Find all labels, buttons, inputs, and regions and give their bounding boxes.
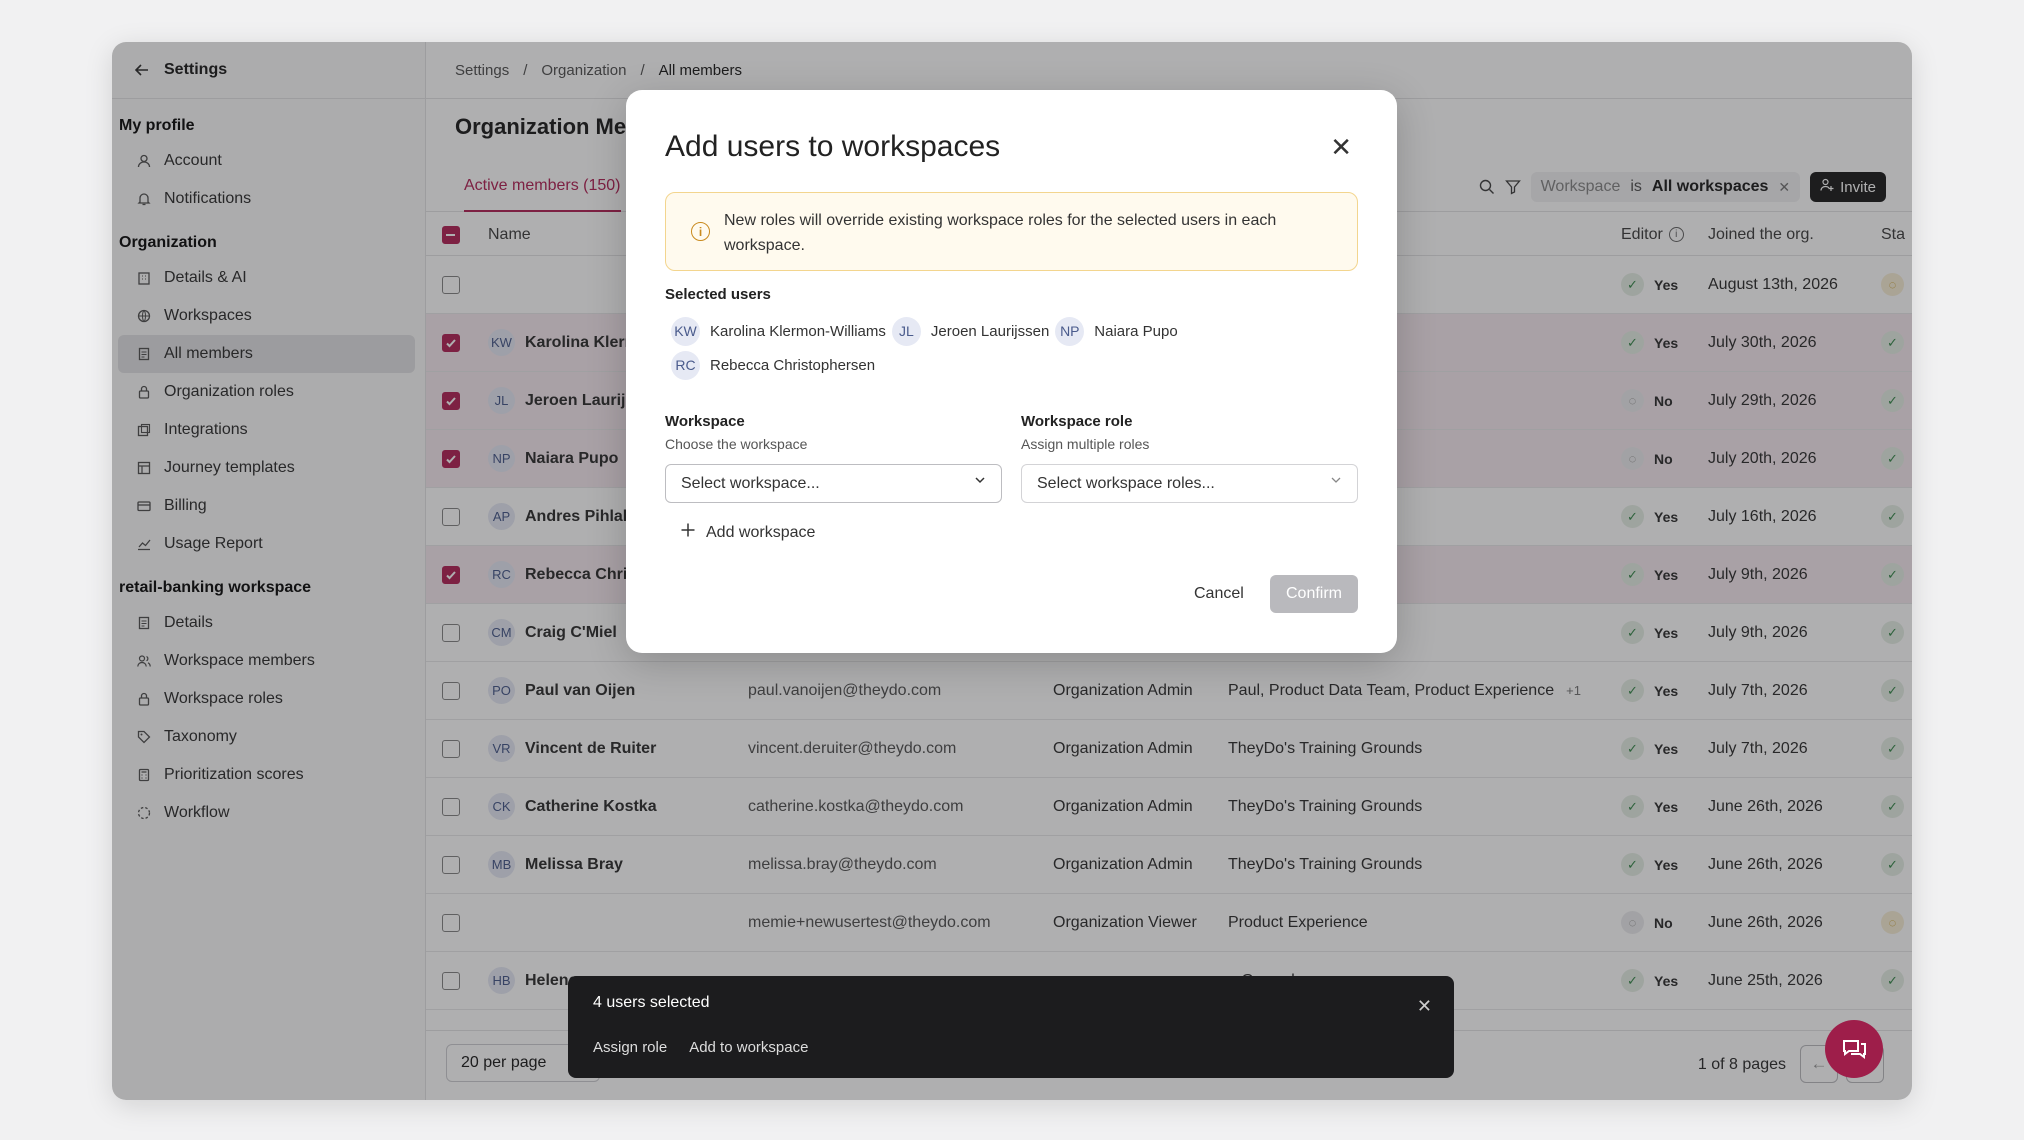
confirm-button[interactable]: Confirm <box>1270 575 1358 613</box>
warning-text: New roles will override existing workspa… <box>724 212 1277 254</box>
close-icon[interactable]: ✕ <box>1417 996 1432 1017</box>
plus-icon <box>680 522 696 543</box>
modal-title: Add users to workspaces <box>665 130 1001 163</box>
selected-user-chip: KW Karolina Klermon-Williams <box>671 316 886 346</box>
add-workspace-button[interactable]: Add workspace <box>680 522 815 543</box>
close-icon[interactable]: ✕ <box>1330 132 1352 163</box>
selection-count: 4 users selected <box>593 994 710 1011</box>
user-name: Karolina Klermon-Williams <box>710 322 886 340</box>
chevron-down-icon <box>973 473 987 491</box>
avatar: RC <box>671 350 700 380</box>
cancel-button[interactable]: Cancel <box>1194 585 1244 603</box>
user-name: Jeroen Laurijssen <box>930 322 1050 340</box>
workspace-role-select[interactable]: Select workspace roles... <box>1021 464 1358 503</box>
add-workspace-label: Add workspace <box>706 523 816 541</box>
selected-user-chip: NP Naiara Pupo <box>1055 316 1178 346</box>
selected-users-label: Selected users <box>665 286 771 303</box>
workspace-role-sublabel: Assign multiple roles <box>1021 436 1150 452</box>
avatar: KW <box>671 316 700 346</box>
user-name: Rebecca Christophersen <box>710 356 876 374</box>
workspace-select-placeholder: Select workspace... <box>681 474 820 492</box>
selection-toast: 4 users selected ✕ Assign role Add to wo… <box>568 976 1454 1078</box>
chat-button[interactable] <box>1825 1020 1883 1078</box>
avatar: NP <box>1055 316 1085 346</box>
add-to-workspace-button[interactable]: Add to workspace <box>689 1039 808 1056</box>
workspace-label: Workspace <box>665 413 745 430</box>
selected-user-chip: RC Rebecca Christophersen <box>671 350 1231 380</box>
user-name: Naiara Pupo <box>1094 322 1178 340</box>
assign-role-button[interactable]: Assign role <box>593 1039 667 1056</box>
chevron-down-icon <box>1329 473 1343 491</box>
chat-icon <box>1843 1040 1866 1059</box>
info-icon: i <box>691 222 710 241</box>
avatar: JL <box>891 316 921 346</box>
workspace-role-label: Workspace role <box>1021 413 1133 430</box>
workspace-select[interactable]: Select workspace... <box>665 464 1002 503</box>
override-warning: i New roles will override existing works… <box>665 192 1358 271</box>
workspace-role-placeholder: Select workspace roles... <box>1037 474 1215 492</box>
selected-users-list: KW Karolina Klermon-Williams JL Jeroen Lau… <box>671 316 1231 380</box>
workspace-sublabel: Choose the workspace <box>665 436 808 452</box>
add-users-modal: Add users to workspaces ✕ i New roles wi… <box>626 90 1397 653</box>
selected-user-chip: JL Jeroen Laurijssen <box>891 316 1050 346</box>
